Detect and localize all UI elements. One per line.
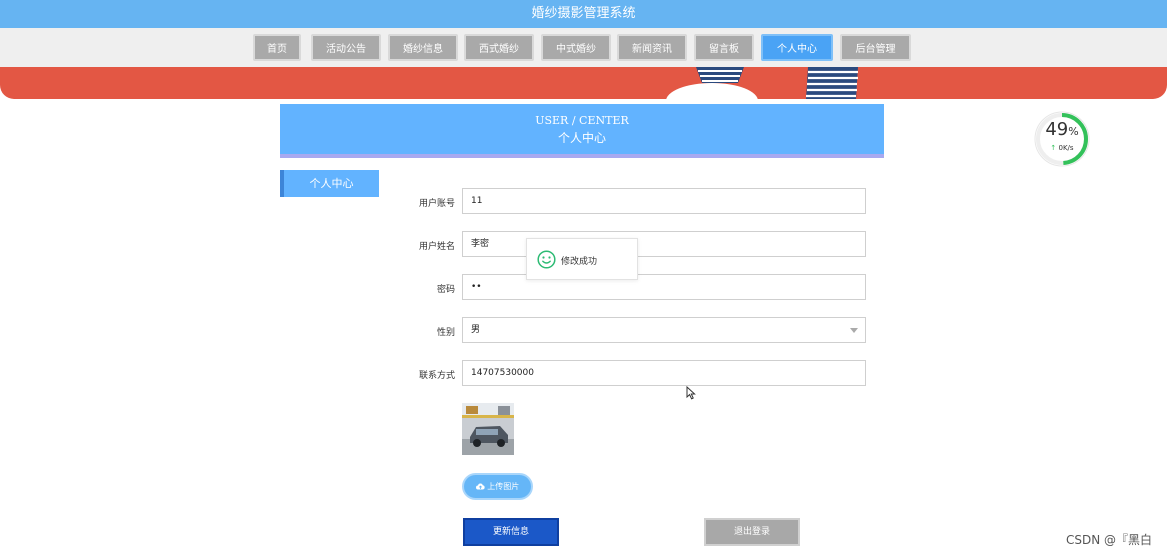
page-title-en: USER / CENTER	[535, 114, 629, 127]
page-title-cn: 个人中心	[557, 131, 606, 145]
avatar-photo	[462, 403, 514, 455]
success-toast: 修改成功	[526, 238, 638, 280]
cloud-upload-icon	[475, 483, 485, 490]
banner-illustration	[666, 67, 858, 99]
upload-image-button[interactable]: 上传图片	[462, 473, 533, 500]
speed-rate: ↑ 0K/s	[1050, 144, 1074, 152]
network-speed-widget: 49% ↑ 0K/s	[1032, 109, 1092, 169]
gender-label: 性别	[436, 328, 455, 338]
nav-item-home[interactable]: 首页	[253, 34, 301, 61]
logout-button[interactable]: 退出登录	[704, 518, 800, 546]
upload-button-label: 上传图片	[487, 482, 520, 491]
site-title: 婚纱摄影管理系统	[531, 6, 636, 21]
gender-select[interactable]: 男	[462, 317, 866, 343]
password-field[interactable]: ••	[462, 274, 866, 300]
smile-icon	[537, 250, 556, 269]
page-header: USER / CENTER 个人中心	[280, 104, 884, 158]
password-label: 密码	[436, 285, 455, 295]
nav-item-news[interactable]: 新闻资讯	[617, 34, 687, 61]
car-photo	[462, 403, 514, 455]
account-label: 用户账号	[418, 199, 455, 209]
nav-item-wedding-info[interactable]: 婚纱信息	[388, 34, 458, 61]
nav-item-personal-center[interactable]: 个人中心	[761, 34, 833, 61]
watermark: CSDN @『黑白	[1066, 533, 1153, 547]
name-field[interactable]: 李密	[462, 231, 866, 257]
nav-item-chinese-dress[interactable]: 中式婚纱	[541, 34, 611, 61]
chevron-down-icon	[850, 328, 858, 333]
toast-message: 修改成功	[561, 257, 598, 267]
account-field[interactable]: 11	[462, 188, 866, 214]
banner-image	[0, 67, 1167, 99]
side-menu-personal-center[interactable]: 个人中心	[280, 170, 379, 197]
update-info-button[interactable]: 更新信息	[463, 518, 559, 546]
nav-item-announcements[interactable]: 活动公告	[311, 34, 381, 61]
nav-item-admin[interactable]: 后台管理	[840, 34, 911, 61]
nav-item-message-board[interactable]: 留言板	[694, 34, 754, 61]
name-label: 用户姓名	[418, 242, 455, 252]
gender-value: 男	[471, 325, 481, 335]
mouse-cursor-icon	[686, 386, 696, 400]
contact-label: 联系方式	[418, 371, 455, 381]
nav-item-western-dress[interactable]: 西式婚纱	[464, 34, 534, 61]
speed-percent: 49%	[1045, 119, 1079, 140]
arrow-up-icon: ↑	[1050, 144, 1057, 152]
contact-field[interactable]: 14707530000	[462, 360, 866, 386]
